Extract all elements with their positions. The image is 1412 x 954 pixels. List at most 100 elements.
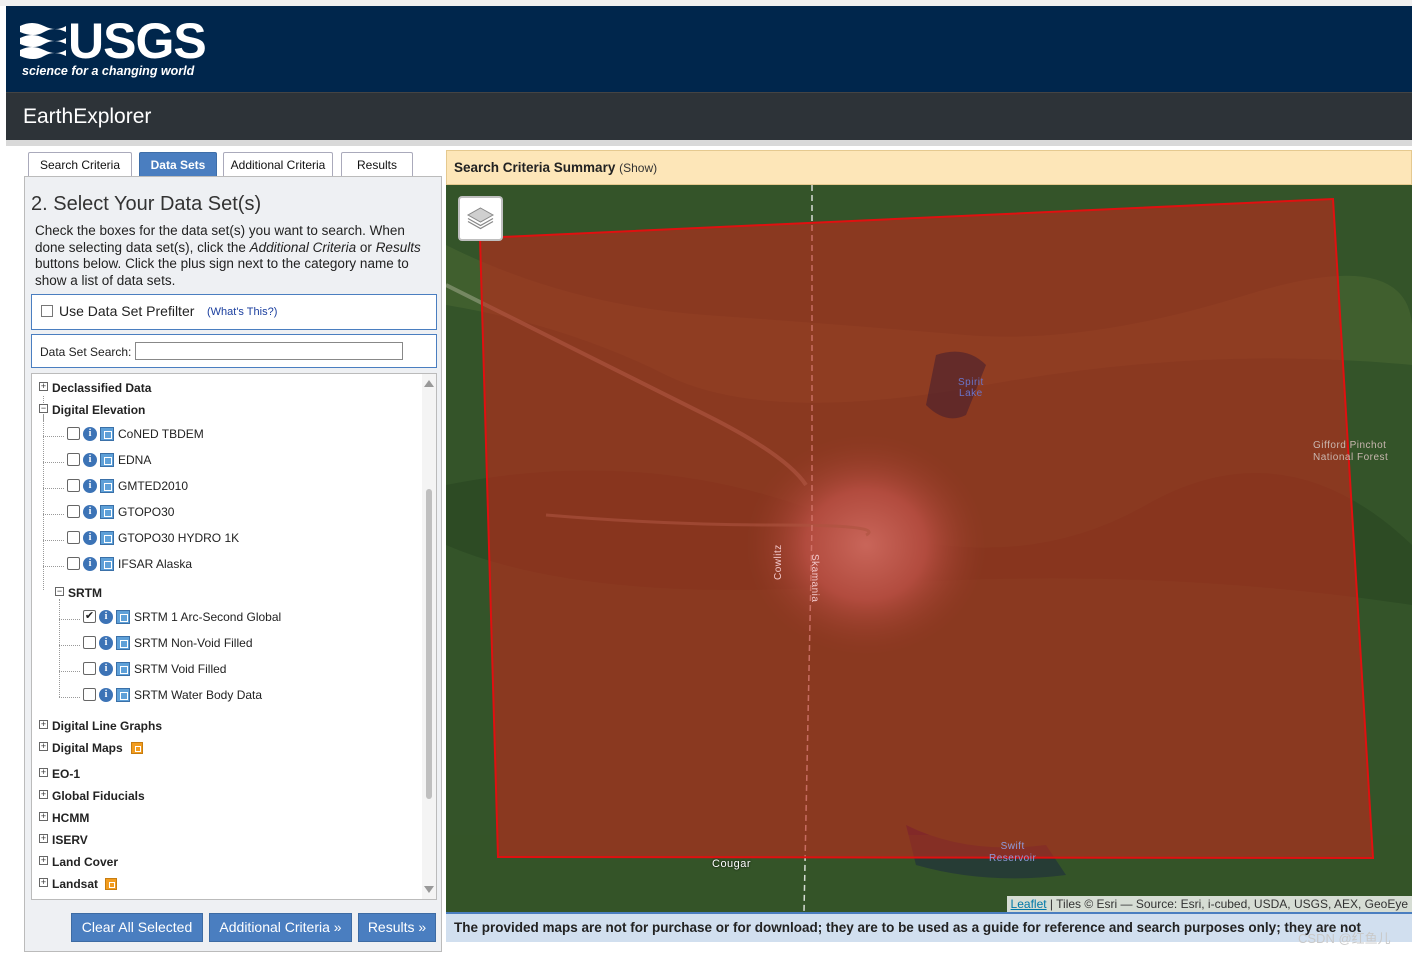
additional-criteria-button[interactable]: Additional Criteria »: [209, 913, 352, 942]
info-icon[interactable]: i: [83, 453, 97, 467]
map-badge-icon: [131, 742, 143, 754]
left-panel: Search Criteria Data Sets Additional Cri…: [24, 150, 442, 952]
scroll-up-arrow-icon[interactable]: [424, 380, 434, 387]
usgs-logo-text: USGS: [68, 13, 207, 69]
dataset-checkbox[interactable]: [67, 531, 80, 544]
info-icon[interactable]: i: [83, 427, 97, 441]
scroll-down-arrow-icon[interactable]: [424, 886, 434, 893]
footprint-icon[interactable]: [116, 688, 130, 702]
dataset-item: i EDNA: [67, 452, 367, 468]
dataset-checkbox-checked[interactable]: ✔: [83, 610, 96, 623]
summary-show-link[interactable]: (Show): [619, 161, 657, 175]
map-badge-icon: [105, 878, 117, 890]
footprint-icon[interactable]: [100, 479, 114, 493]
satellite-imagery: [446, 185, 1412, 912]
map-label-cougar: Cougar: [712, 858, 752, 870]
footprint-icon[interactable]: [100, 505, 114, 519]
app-bar: EarthExplorer: [6, 92, 1412, 140]
tab-additional-criteria[interactable]: Additional Criteria: [223, 152, 333, 177]
data-sets-panel: 2. Select Your Data Set(s) Check the box…: [24, 176, 442, 952]
prefilter-help-link[interactable]: (What's This?): [207, 306, 277, 318]
collapse-icon[interactable]: −: [39, 404, 48, 413]
expand-icon[interactable]: +: [39, 812, 48, 821]
expand-icon[interactable]: +: [39, 768, 48, 777]
results-button[interactable]: Results »: [358, 913, 436, 942]
footprint-icon[interactable]: [116, 662, 130, 676]
expand-icon[interactable]: +: [39, 382, 48, 391]
panel-instructions: Check the boxes for the data set(s) you …: [35, 223, 421, 288]
expand-icon[interactable]: +: [39, 856, 48, 865]
app-title: EarthExplorer: [23, 105, 152, 128]
panel-heading: 2. Select Your Data Set(s): [31, 193, 262, 215]
tree-guide: [43, 540, 64, 541]
footprint-icon[interactable]: [100, 531, 114, 545]
tree-guide: [59, 599, 60, 697]
footprint-icon[interactable]: [100, 557, 114, 571]
info-icon[interactable]: i: [83, 531, 97, 545]
search-criteria-summary[interactable]: Search Criteria Summary (Show): [446, 150, 1412, 185]
info-icon[interactable]: i: [99, 636, 113, 650]
dataset-search-box: Data Set Search:: [31, 334, 437, 368]
dataset-checkbox[interactable]: [67, 505, 80, 518]
header-shadow: [6, 140, 1412, 146]
dataset-item: i GTOPO30: [67, 504, 367, 520]
dataset-item: i SRTM Non-Void Filled: [83, 635, 383, 651]
tab-data-sets[interactable]: Data Sets: [139, 152, 217, 177]
dataset-item: ✔ i SRTM 1 Arc-Second Global: [83, 610, 282, 624]
dataset-search-input[interactable]: [135, 342, 403, 360]
area-of-interest-polygon: [478, 197, 1375, 860]
scrollbar-thumb[interactable]: [426, 489, 432, 799]
dataset-checkbox[interactable]: [83, 662, 96, 675]
tab-results[interactable]: Results: [341, 152, 413, 177]
expand-icon[interactable]: +: [39, 720, 48, 729]
info-icon[interactable]: i: [83, 557, 97, 571]
clear-all-selected-button[interactable]: Clear All Selected: [71, 913, 203, 942]
map-label-skamania: Skamania: [809, 554, 820, 603]
tab-search-criteria[interactable]: Search Criteria: [28, 152, 132, 177]
dataset-search-label: Data Set Search:: [40, 345, 132, 359]
collapse-icon[interactable]: −: [55, 587, 64, 596]
dataset-checkbox[interactable]: [67, 427, 80, 440]
footprint-icon[interactable]: [100, 427, 114, 441]
layers-control-button[interactable]: [458, 196, 503, 241]
footprint-icon[interactable]: [116, 636, 130, 650]
info-icon[interactable]: i: [83, 479, 97, 493]
map-label-spirit-lake: Spirit Lake: [958, 377, 984, 399]
tree-guide: [43, 488, 64, 489]
tree-guide: [59, 645, 80, 646]
expand-icon[interactable]: +: [39, 834, 48, 843]
summary-title: Search Criteria Summary (Show): [454, 160, 658, 175]
dataset-item: i GTOPO30 HYDRO 1K: [67, 530, 367, 546]
expand-icon[interactable]: +: [39, 790, 48, 799]
dataset-checkbox[interactable]: [67, 453, 80, 466]
dataset-item: i SRTM Water Body Data: [83, 687, 383, 703]
map-label-cowlitz: Cowlitz: [773, 544, 784, 580]
map-label-gifford-pinchot: Gifford Pinchot National Forest: [1313, 440, 1389, 463]
map-panel: Search Criteria Summary (Show) Spirit La…: [446, 150, 1412, 954]
tree-guide: [43, 414, 44, 590]
info-icon[interactable]: i: [99, 688, 113, 702]
map-label-swift-reservoir: Swift Reservoir: [989, 841, 1037, 864]
map-attribution: Leaflet | Tiles © Esri — Source: Esri, i…: [1006, 896, 1412, 912]
dataset-item: i CoNED TBDEM: [67, 426, 367, 442]
tree-guide: [43, 462, 64, 463]
dataset-checkbox[interactable]: [67, 479, 80, 492]
expand-icon[interactable]: +: [39, 742, 48, 751]
info-icon[interactable]: i: [99, 610, 113, 624]
info-icon[interactable]: i: [99, 662, 113, 676]
dataset-checkbox[interactable]: [67, 557, 80, 570]
leaflet-link[interactable]: Leaflet: [1011, 897, 1047, 911]
expand-icon[interactable]: +: [39, 878, 48, 887]
dataset-checkbox[interactable]: [83, 688, 96, 701]
prefilter-label: Use Data Set Prefilter: [59, 303, 195, 319]
dataset-checkbox[interactable]: [83, 636, 96, 649]
map-view[interactable]: Spirit Lake Gifford Pinchot National Fores…: [446, 185, 1412, 912]
tree-scrollbar[interactable]: [422, 374, 436, 899]
tree-guide: [59, 697, 80, 698]
info-icon[interactable]: i: [83, 505, 97, 519]
prefilter-checkbox[interactable]: [41, 305, 53, 317]
dataset-tree: + Declassified Data − Digital Elevation …: [31, 373, 437, 900]
footprint-icon[interactable]: [100, 453, 114, 467]
dataset-item: i IFSAR Alaska: [67, 556, 367, 572]
footprint-icon[interactable]: [116, 610, 130, 624]
